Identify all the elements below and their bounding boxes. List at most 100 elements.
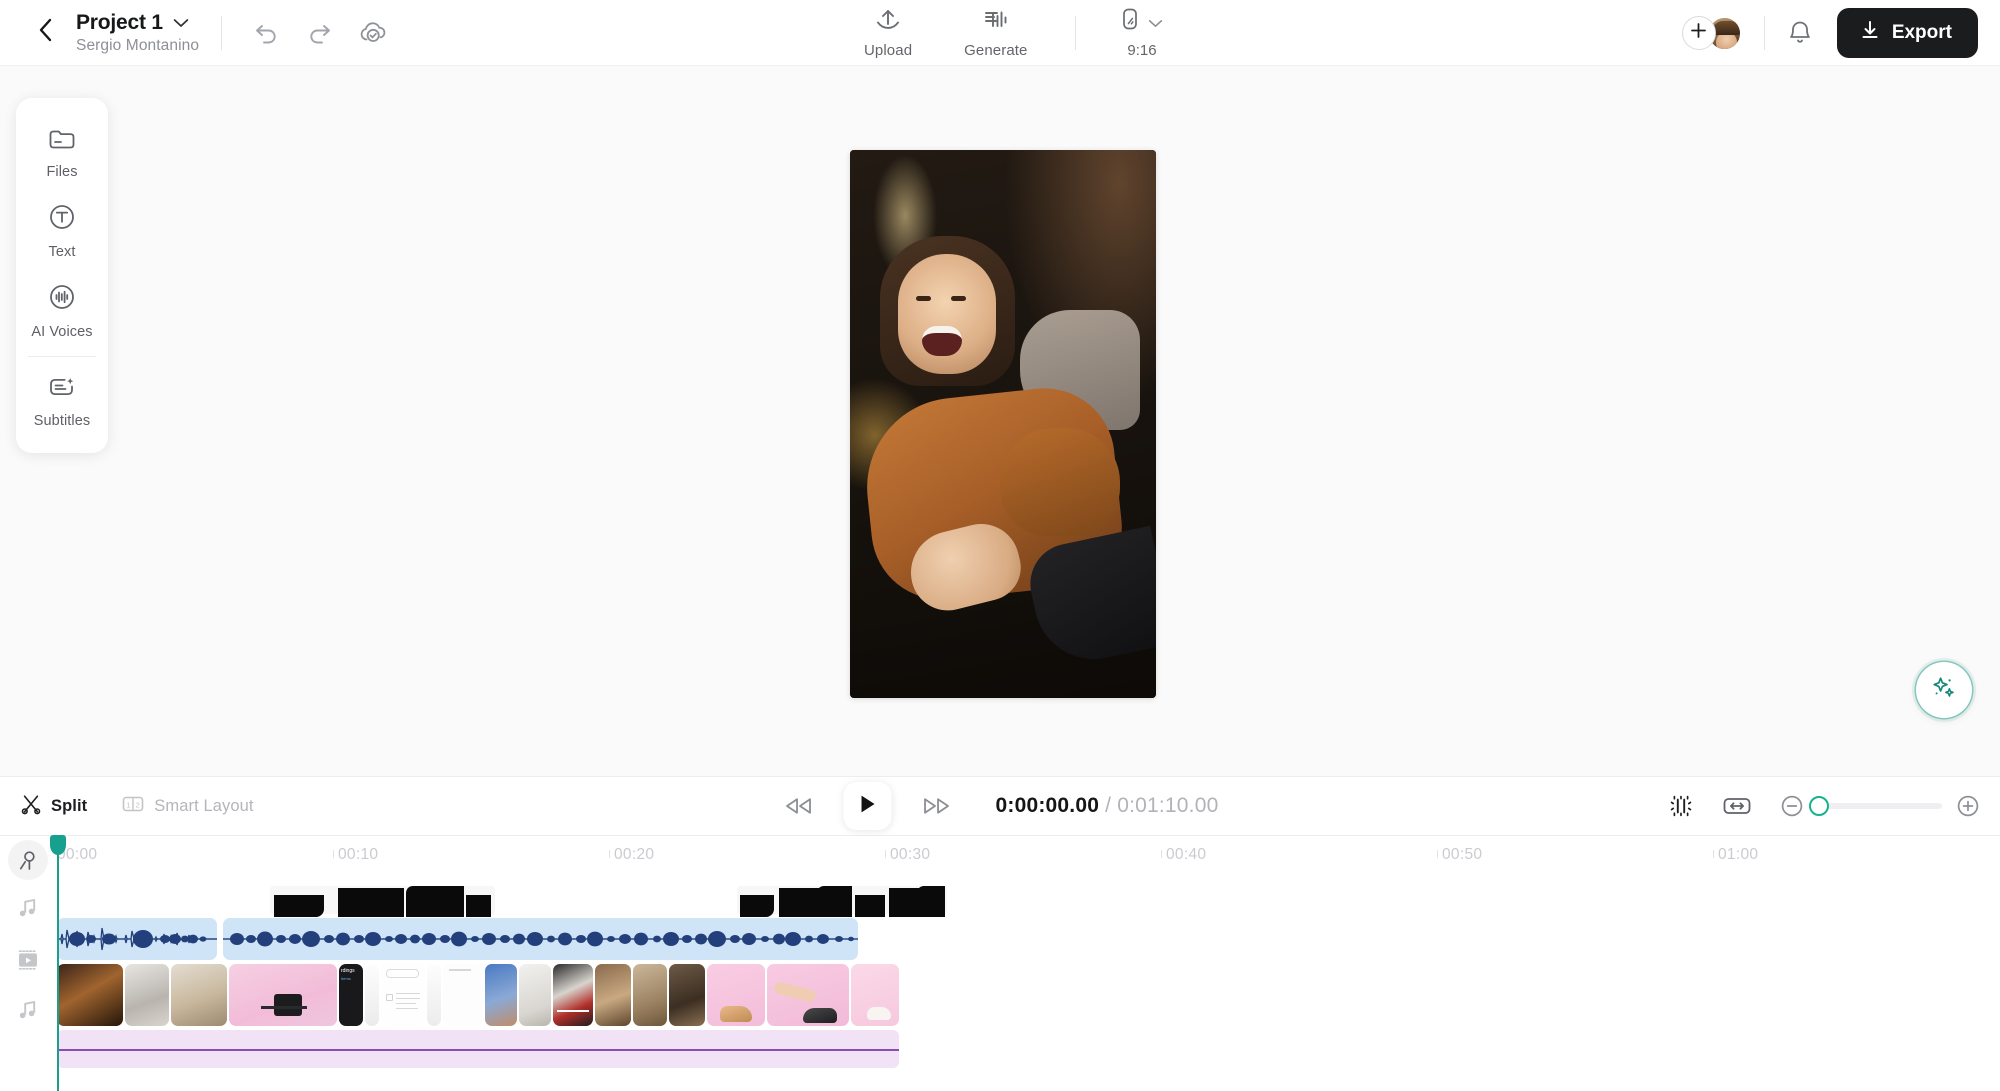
text-circle-icon xyxy=(47,202,77,237)
split-button[interactable]: Split xyxy=(20,793,87,820)
play-button[interactable] xyxy=(843,782,892,830)
subtitle-block[interactable] xyxy=(740,895,774,917)
clip-progress-line xyxy=(557,1010,589,1012)
plus-icon xyxy=(1690,22,1707,44)
rewind-button[interactable] xyxy=(782,794,816,818)
video-clip[interactable] xyxy=(595,964,631,1026)
video-clip[interactable] xyxy=(707,964,765,1026)
export-button[interactable]: Export xyxy=(1836,8,1978,58)
sidebar-item-text[interactable]: Text xyxy=(16,190,108,270)
video-clip[interactable] xyxy=(171,964,227,1026)
sidebar-item-subtitles[interactable]: Subtitles xyxy=(16,363,108,439)
clip-line xyxy=(396,993,420,995)
ruler-tick-line xyxy=(1437,850,1438,858)
preview-eye-left xyxy=(916,296,931,301)
video-preview[interactable] xyxy=(850,150,1156,698)
music-clip[interactable] xyxy=(57,1030,899,1068)
header-right-group: Export xyxy=(1681,0,1978,66)
ruler-tick: 00:50 xyxy=(1437,846,1482,864)
video-clip[interactable] xyxy=(633,964,667,1026)
subtitles-track-icon[interactable] xyxy=(8,840,48,880)
subtitle-block[interactable] xyxy=(338,888,404,917)
header-divider-2 xyxy=(1075,16,1077,50)
zoom-slider-handle[interactable] xyxy=(1809,796,1829,816)
video-clip[interactable] xyxy=(485,964,517,1026)
video-clip[interactable] xyxy=(669,964,705,1026)
timeline-ruler[interactable]: 00:00 00:10 00:20 00:30 00:40 00:50 01:0… xyxy=(57,836,2000,880)
upload-icon xyxy=(874,8,902,39)
video-clip[interactable] xyxy=(553,964,593,1026)
video-clip[interactable] xyxy=(427,964,441,1026)
playhead[interactable] xyxy=(50,835,66,1091)
audio-clip[interactable] xyxy=(57,918,217,960)
sidebar-item-label: AI Voices xyxy=(31,324,93,340)
plus-circle-icon[interactable] xyxy=(1956,794,1980,818)
redo-icon[interactable] xyxy=(306,22,332,44)
track-music[interactable] xyxy=(57,1030,2000,1068)
subtitle-block[interactable] xyxy=(274,895,324,917)
audio-clip[interactable] xyxy=(223,918,858,960)
sidebar-item-files[interactable]: Files xyxy=(16,114,108,190)
project-title-row: Project 1 xyxy=(76,11,199,35)
timeline-view-controls xyxy=(1668,793,1980,819)
clip-subject xyxy=(274,993,303,1016)
aspect-ratio-label: 9:16 xyxy=(1127,42,1157,59)
subtitle-block[interactable] xyxy=(917,886,945,917)
snap-magnet-icon[interactable] xyxy=(1668,793,1694,819)
svg-text:2: 2 xyxy=(136,800,140,809)
waveform xyxy=(57,927,217,951)
subtitle-band[interactable] xyxy=(270,886,495,917)
generate-button[interactable]: Generate xyxy=(938,8,1053,59)
video-clip[interactable] xyxy=(443,964,483,1026)
video-clip[interactable] xyxy=(519,964,551,1026)
forward-button[interactable] xyxy=(920,794,954,818)
video-clip[interactable]: rdings Items xyxy=(339,964,363,1026)
track-audio[interactable] xyxy=(57,918,2000,960)
aspect-ratio-selector[interactable]: 9:16 xyxy=(1098,7,1163,59)
video-clip[interactable] xyxy=(851,964,899,1026)
add-collaborator-button[interactable] xyxy=(1681,16,1716,50)
sidebar-item-label: Text xyxy=(48,244,76,260)
clip-actions: Split 1 2 Smart Layout xyxy=(0,793,254,820)
subtitle-band[interactable] xyxy=(737,886,947,917)
subtitle-block[interactable] xyxy=(817,886,852,917)
music-track-icon[interactable] xyxy=(8,990,48,1030)
bell-icon[interactable] xyxy=(1787,19,1813,47)
back-button[interactable] xyxy=(28,16,62,50)
header-center-tools: Upload Generate 9:16 xyxy=(838,0,1163,66)
minus-circle-icon[interactable] xyxy=(1780,794,1804,818)
zoom-slider-track[interactable] xyxy=(1809,796,1942,816)
scissors-icon xyxy=(20,793,42,820)
subtitle-block[interactable] xyxy=(466,895,491,917)
sidebar-item-ai-voices[interactable]: AI Voices xyxy=(16,270,108,350)
ai-assist-button[interactable] xyxy=(1916,662,1972,718)
track-subtitles[interactable] xyxy=(57,880,2000,917)
timecode-display: 0:00:00.00 / 0:01:10.00 xyxy=(996,794,1219,818)
clip-subcaption: Items xyxy=(341,976,351,981)
smart-layout-button[interactable]: 1 2 Smart Layout xyxy=(121,794,253,819)
subtitle-block[interactable] xyxy=(855,895,885,917)
ruler-tick-line xyxy=(333,850,334,858)
video-clip[interactable] xyxy=(365,964,379,1026)
video-clip[interactable] xyxy=(57,964,123,1026)
subtitle-block[interactable] xyxy=(406,886,464,917)
ruler-tick-label: 00:40 xyxy=(1166,846,1207,863)
playhead-handle[interactable] xyxy=(50,835,66,855)
cloud-check-icon xyxy=(358,21,388,45)
video-clip[interactable] xyxy=(767,964,849,1026)
chevron-down-icon[interactable] xyxy=(173,18,189,28)
clip-line xyxy=(396,998,420,1000)
undo-icon[interactable] xyxy=(254,22,280,44)
fit-to-width-icon[interactable] xyxy=(1722,794,1752,818)
track-video[interactable]: rdings Items xyxy=(57,964,2000,1026)
video-track-icon[interactable] xyxy=(8,940,48,980)
track-rail xyxy=(0,836,57,1091)
page-title: Project 1 xyxy=(76,10,163,34)
audio-track-icon[interactable] xyxy=(8,888,48,928)
sidebar-divider xyxy=(28,356,96,357)
ruler-tick-label: 00:50 xyxy=(1442,846,1483,863)
video-clip[interactable] xyxy=(229,964,337,1026)
video-clip[interactable] xyxy=(381,964,425,1026)
video-clip[interactable] xyxy=(125,964,169,1026)
upload-button[interactable]: Upload xyxy=(838,8,938,59)
